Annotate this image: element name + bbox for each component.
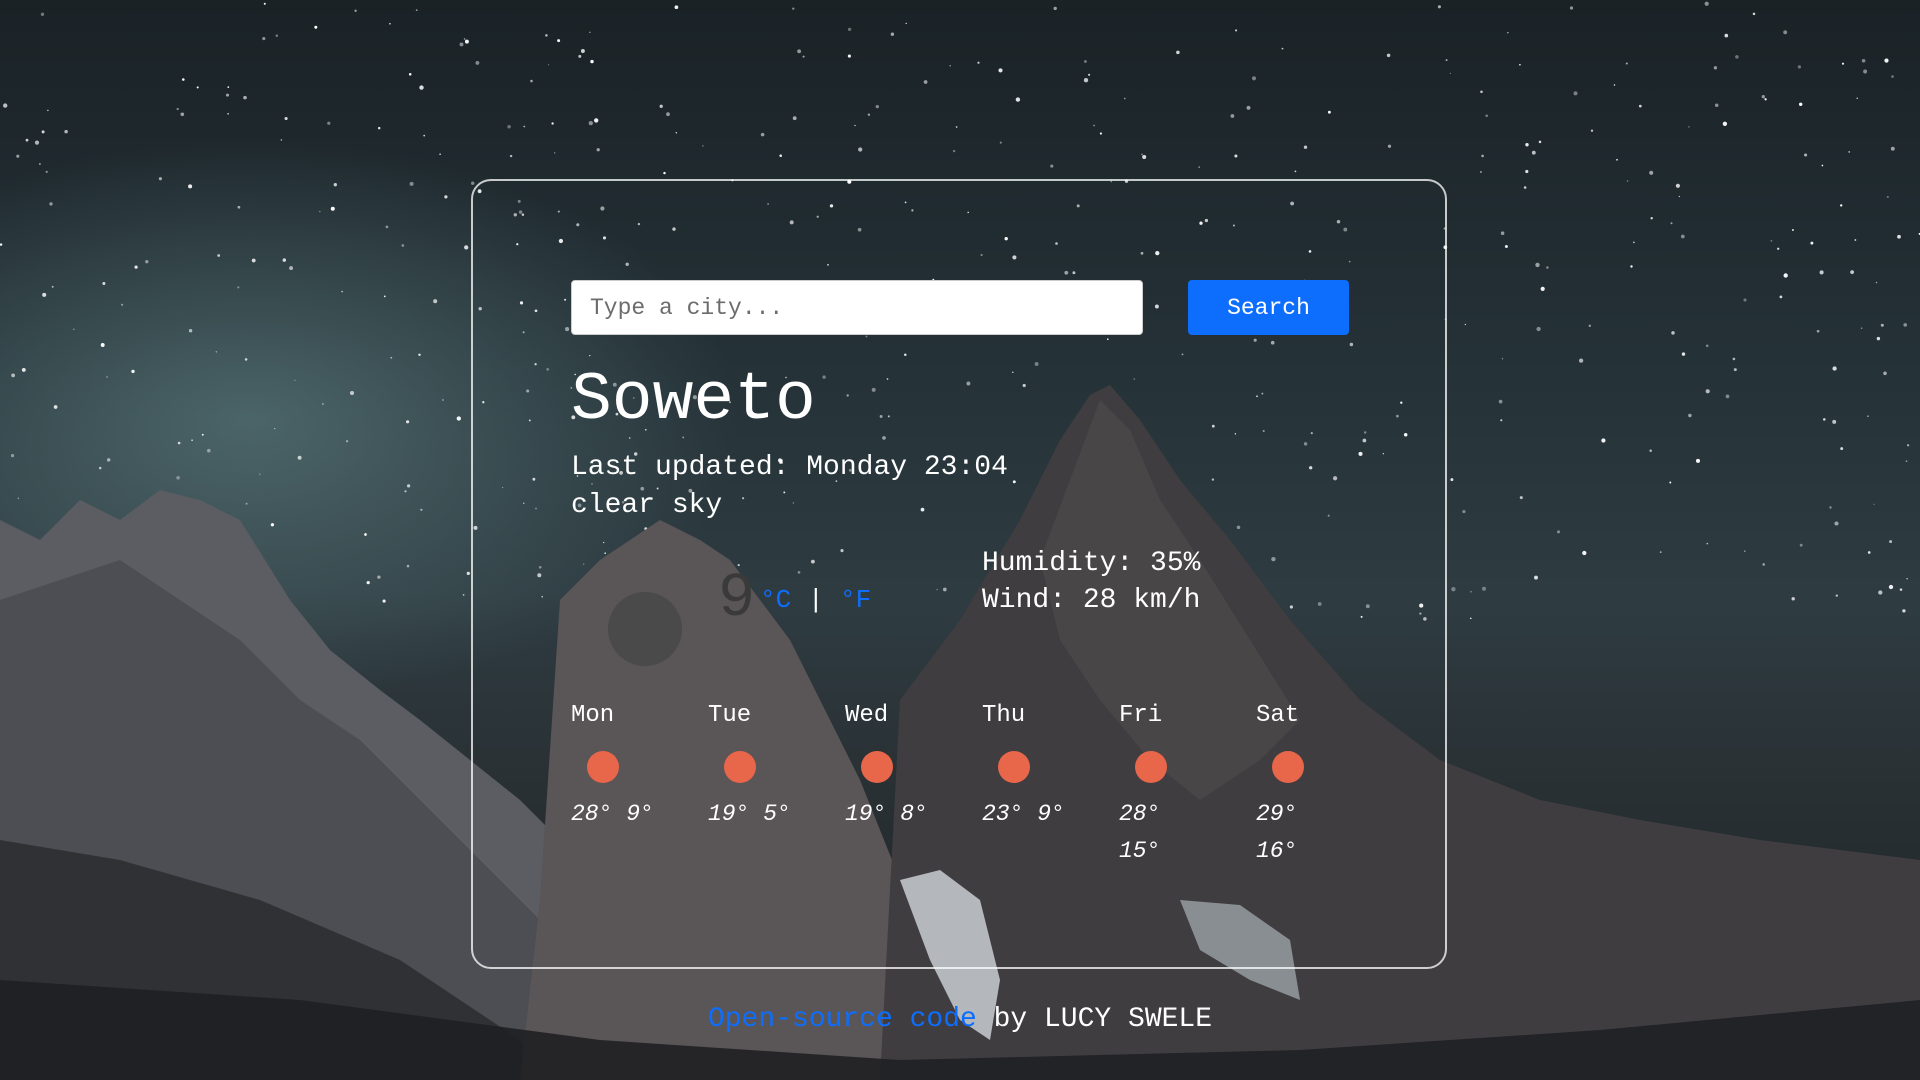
forecast-min: 8° [900, 801, 928, 827]
source-code-link[interactable]: Open-source code [708, 1004, 977, 1035]
search-button[interactable]: Search [1188, 280, 1349, 335]
forecast-day: Fri 28° 15° [1119, 700, 1239, 870]
forecast-min: 5° [763, 801, 791, 827]
forecast-day-name: Thu [982, 702, 1026, 729]
forecast-day: Thu 23° 9° [982, 700, 1102, 833]
sun-icon [998, 751, 1030, 783]
footer-credit: by LUCY SWELE [976, 1004, 1213, 1035]
forecast-temperatures: 19° 5° [708, 796, 798, 833]
forecast-max: 19° [708, 801, 750, 827]
forecast-min: 9° [1037, 801, 1065, 827]
forecast-max: 29° [1256, 801, 1298, 827]
forecast-min: 16° [1256, 838, 1298, 864]
forecast-max: 23° [982, 801, 1024, 827]
forecast-day: Sat 29° 16° [1256, 700, 1376, 870]
forecast-min: 15° [1119, 838, 1161, 864]
sun-icon [724, 751, 756, 783]
sun-icon [587, 751, 619, 783]
city-search-input[interactable] [571, 280, 1143, 335]
forecast-day-name: Mon [571, 702, 615, 729]
last-updated: Last updated: Monday 23:04 [571, 452, 1008, 483]
forecast-temperatures: 29° 16° [1256, 796, 1346, 870]
forecast-max: 19° [845, 801, 887, 827]
current-temperature: 9 [718, 563, 756, 634]
fahrenheit-link[interactable]: °F [840, 583, 871, 617]
forecast-day-name: Tue [708, 702, 752, 729]
forecast-day-name: Wed [845, 702, 889, 729]
city-name: Soweto [571, 362, 816, 439]
forecast-min: 9° [626, 801, 654, 827]
weather-description: clear sky [571, 490, 723, 521]
sun-icon [861, 751, 893, 783]
forecast-max: 28° [571, 801, 613, 827]
sun-icon [1135, 751, 1167, 783]
forecast-day: Wed 19° 8° [845, 700, 965, 833]
celsius-link[interactable]: °C [760, 583, 791, 617]
forecast-temperatures: 28° 9° [571, 796, 661, 833]
footer: Open-source code by LUCY SWELE [0, 1002, 1920, 1038]
forecast-temperatures: 19° 8° [845, 796, 935, 833]
forecast-day-name: Sat [1256, 702, 1300, 729]
forecast-max: 28° [1119, 801, 1161, 827]
forecast-temperatures: 23° 9° [982, 796, 1072, 833]
sun-icon [1272, 751, 1304, 783]
unit-separator: | [808, 585, 824, 615]
forecast-temperatures: 28° 15° [1119, 796, 1209, 870]
forecast-day-name: Fri [1119, 702, 1163, 729]
forecast-day: Tue 19° 5° [708, 700, 828, 833]
wind-speed: Wind: 28 km/h [982, 585, 1201, 616]
weather-icon [608, 592, 682, 666]
forecast-day: Mon 28° 9° [571, 700, 691, 833]
humidity: Humidity: 35% [982, 548, 1201, 579]
